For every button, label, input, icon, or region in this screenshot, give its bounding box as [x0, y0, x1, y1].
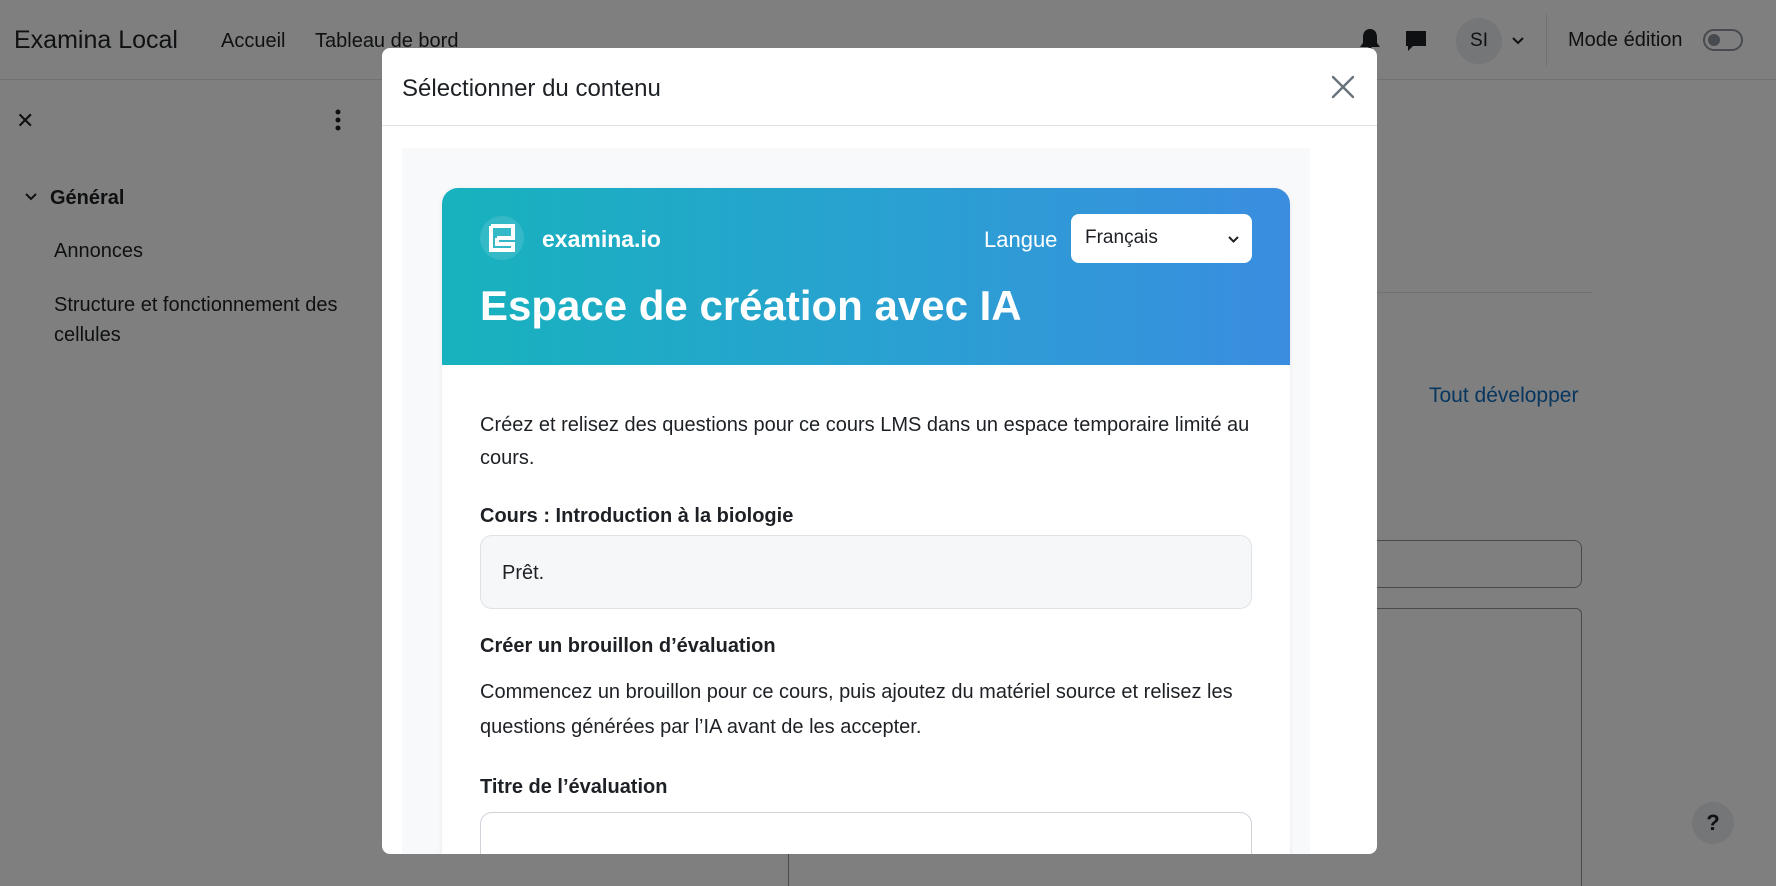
status-box: Prêt. — [480, 535, 1252, 609]
modal-body[interactable]: examina.io Langue Français Espace de cré… — [402, 148, 1310, 854]
draft-section-title: Créer un brouillon d’évaluation — [480, 635, 776, 657]
draft-section-description: Commencez un brouillon pour ce cours, pu… — [480, 681, 1233, 738]
examina-logo-icon — [480, 216, 524, 260]
modal-title: Sélectionner du contenu — [402, 75, 661, 102]
ai-workspace-card: examina.io Langue Français Espace de cré… — [442, 188, 1290, 854]
language-label: Langue — [984, 227, 1058, 252]
card-title: Espace de création avec IA — [480, 282, 1022, 329]
logo-name: examina.io — [542, 226, 661, 252]
language-select[interactable]: Français — [1071, 214, 1252, 263]
language-select-value: Français — [1085, 227, 1158, 248]
modal-header: Sélectionner du contenu — [382, 48, 1377, 126]
evaluation-title-input[interactable] — [480, 812, 1252, 854]
close-icon[interactable] — [1330, 74, 1356, 100]
evaluation-title-label: Titre de l’évaluation — [480, 776, 668, 798]
chevron-down-icon — [1228, 236, 1239, 243]
card-header: examina.io Langue Français Espace de cré… — [442, 188, 1290, 365]
intro-text: Créez et relisez des questions pour ce c… — [480, 414, 1250, 469]
select-content-modal: Sélectionner du contenu examina.io Langu… — [382, 48, 1377, 854]
course-label: Cours : Introduction à la biologie — [480, 505, 794, 527]
